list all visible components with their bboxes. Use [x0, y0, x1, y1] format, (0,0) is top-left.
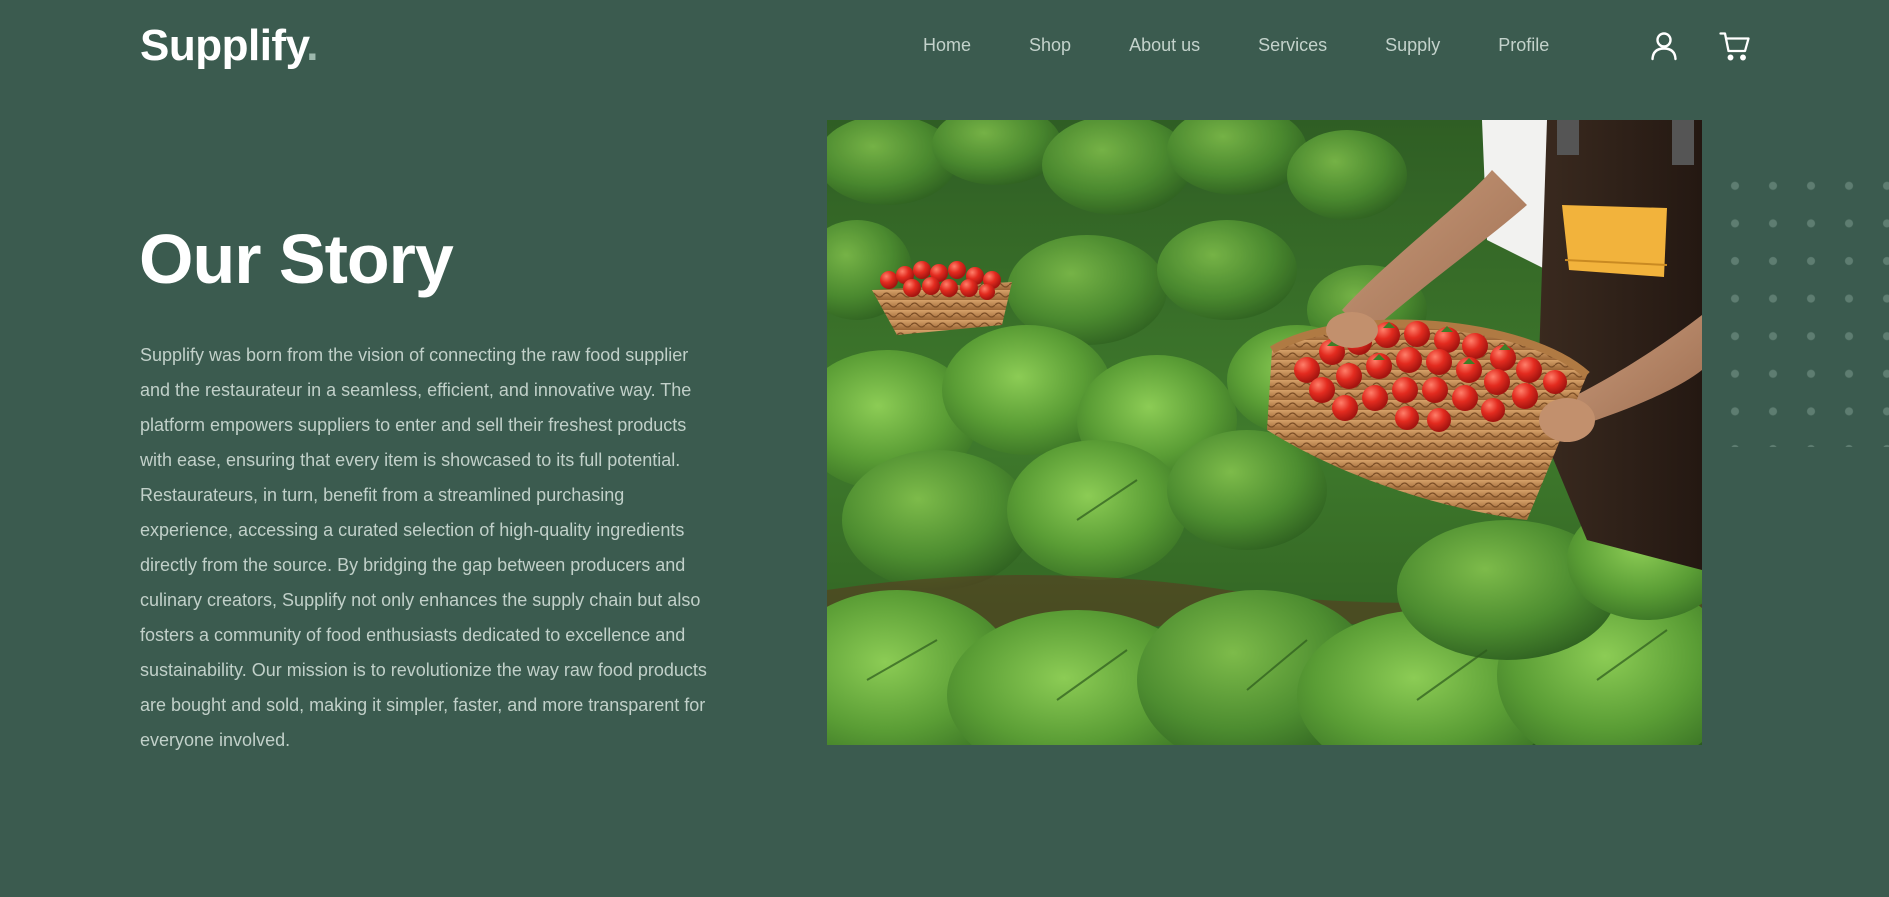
main-nav: Home Shop About us Services Supply Profi…	[923, 30, 1549, 60]
nav-item-home[interactable]: Home	[923, 30, 971, 60]
brand-dot: .	[306, 21, 319, 70]
brand-logo[interactable]: Supplify.	[140, 18, 319, 74]
decorative-dot-grid	[1716, 167, 1889, 447]
brand-name: Supplify	[140, 21, 307, 70]
story-paragraph: Supplify was born from the vision of con…	[140, 345, 707, 750]
nav-item-profile[interactable]: Profile	[1498, 30, 1549, 60]
nav-item-shop[interactable]: Shop	[1029, 30, 1071, 60]
site-header: Supplify. Home Shop About us Services Su…	[0, 0, 1889, 92]
farmer-strawberries-photo	[827, 120, 1702, 745]
nav-item-services[interactable]: Services	[1258, 30, 1327, 60]
nav-item-supply[interactable]: Supply	[1385, 30, 1440, 60]
user-icon[interactable]	[1648, 30, 1680, 62]
nav-item-about-us[interactable]: About us	[1129, 30, 1200, 60]
story-title: Our Story	[139, 220, 454, 298]
cart-icon[interactable]	[1719, 30, 1751, 62]
